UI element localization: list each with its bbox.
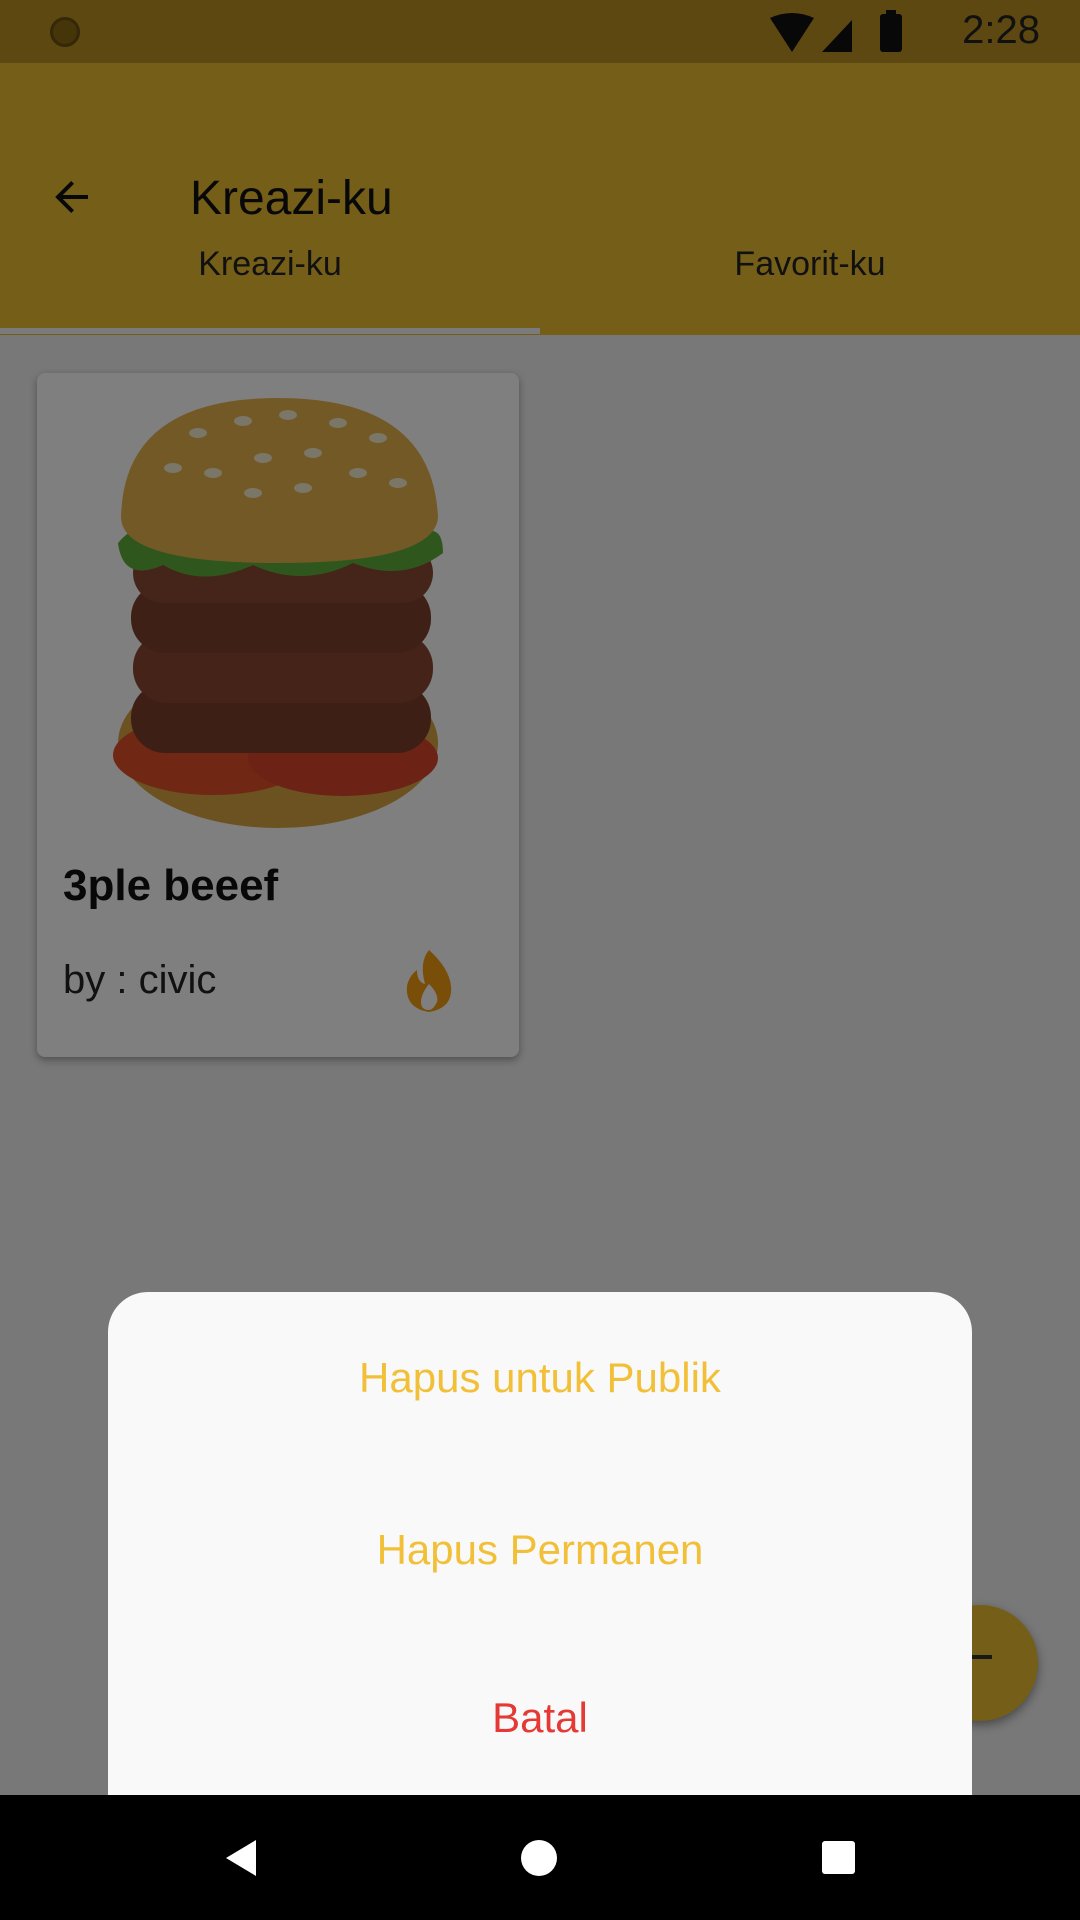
- delete-permanent-option[interactable]: Hapus Permanen: [108, 1526, 972, 1574]
- delete-public-option[interactable]: Hapus untuk Publik: [108, 1354, 972, 1402]
- nav-back-icon[interactable]: [222, 1838, 262, 1878]
- delete-options-dialog: Hapus untuk Publik Hapus Permanen Batal: [108, 1292, 972, 1795]
- nav-home-icon[interactable]: [521, 1840, 557, 1876]
- nav-recents-icon[interactable]: [822, 1841, 855, 1874]
- cancel-option[interactable]: Batal: [108, 1694, 972, 1742]
